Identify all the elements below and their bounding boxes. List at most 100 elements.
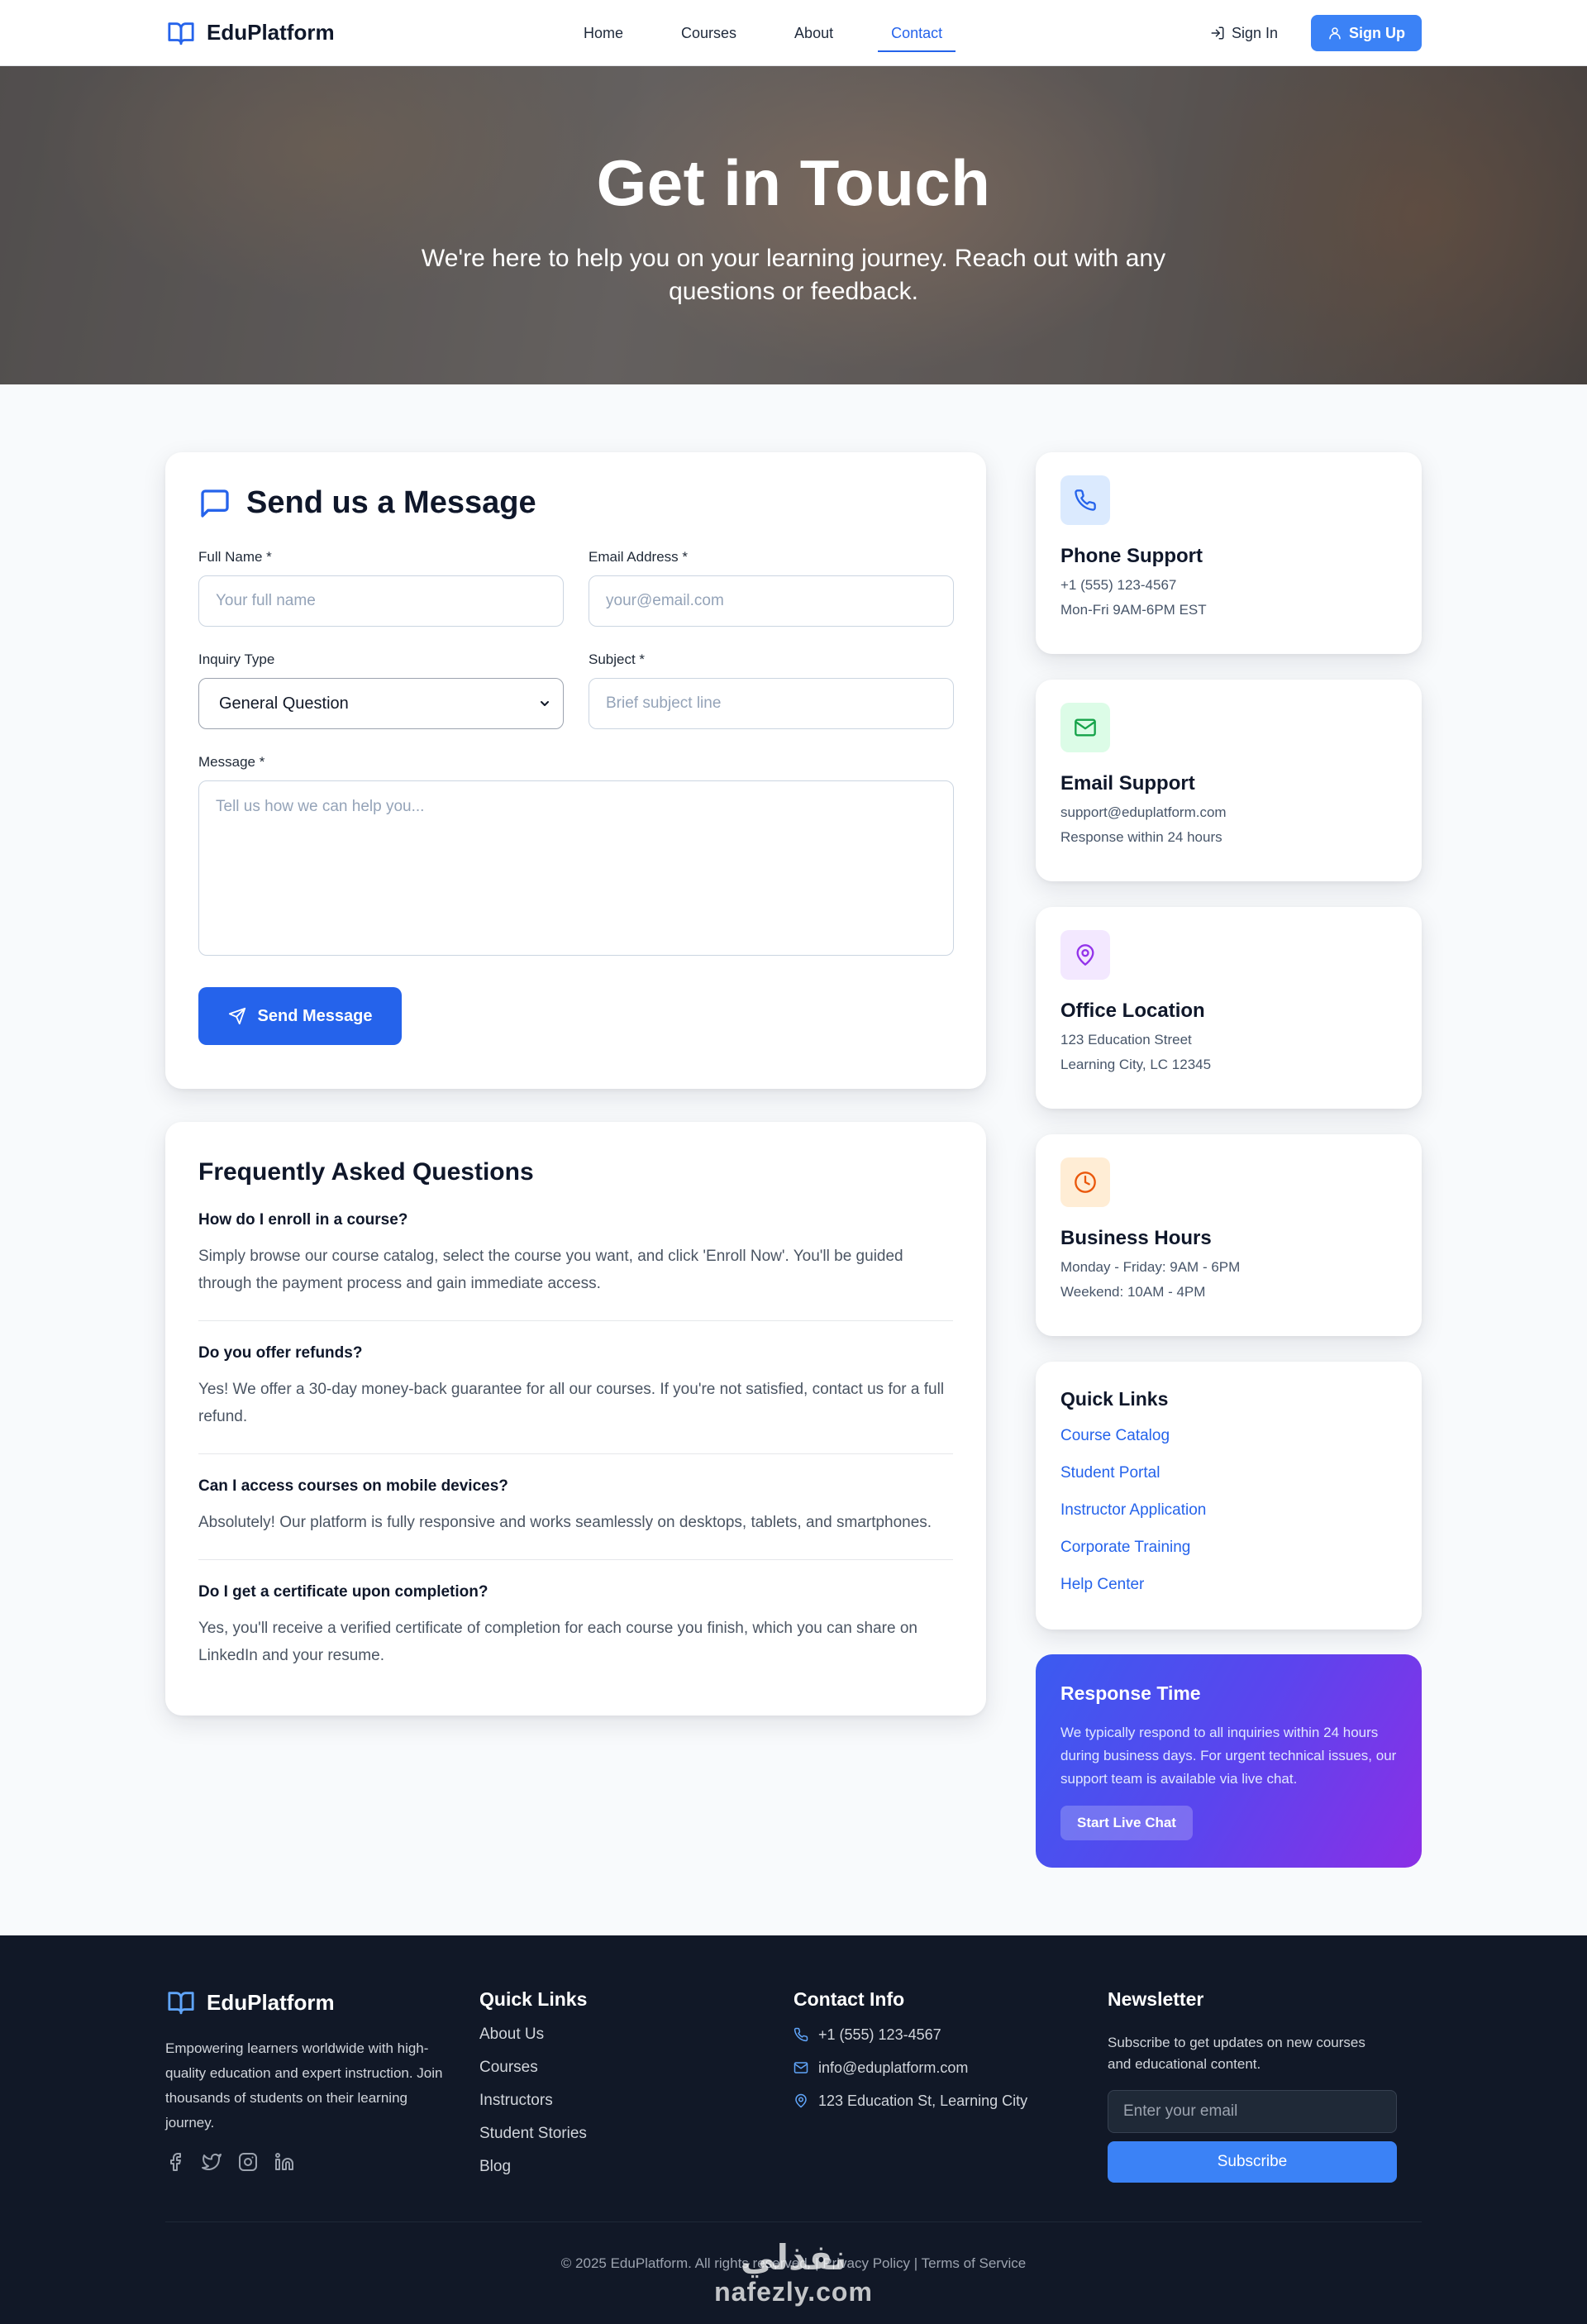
brand-logo[interactable]: EduPlatform (165, 19, 335, 47)
fullname-label: Full Name * (198, 549, 272, 565)
faq-answer: Absolutely! Our platform is fully respon… (198, 1514, 932, 1531)
phone-support-title: Phone Support (1060, 545, 1203, 567)
auth-actions: Sign In Sign Up (1195, 0, 1422, 66)
email-support-title: Email Support (1060, 772, 1195, 795)
footer-address-text: 123 Education St, Learning City (818, 2092, 1028, 2109)
footer-description: Empowering learners worldwide with high-… (165, 2040, 443, 2131)
nav-link-about[interactable]: About (781, 14, 846, 52)
newsletter-text: Subscribe to get updates on new courses … (1108, 2035, 1365, 2072)
newsletter-email-input[interactable]: Enter your email (1108, 2090, 1397, 2133)
faq-answer: Yes, you'll receive a verified certifica… (198, 1620, 917, 1664)
send-message-label: Send Message (257, 1006, 373, 1025)
hero-subtitle: We're here to help you on your learning … (421, 245, 1166, 305)
faq-item: How do I enroll in a course? Simply brow… (198, 1186, 953, 1321)
message-textarea[interactable]: Tell us how we can help you... (198, 780, 954, 956)
response-time-text: We typically respond to all inquiries wi… (1060, 1725, 1397, 1787)
office-city: Learning City, LC 12345 (1060, 1057, 1212, 1072)
brand-name: EduPlatform (207, 20, 335, 45)
faq-answer: Simply browse our course catalog, select… (198, 1248, 903, 1292)
hero-banner: Get in Touch We're here to help you on y… (0, 66, 1587, 384)
phone-hours: Mon-Fri 9AM-6PM EST (1060, 602, 1207, 618)
main-nav: Home Courses About Contact (570, 0, 956, 66)
email-label: Email Address * (589, 549, 688, 565)
contact-form-card: Send us a Message Full Name * Your full … (165, 452, 986, 1089)
footer-link-about-us[interactable]: About Us (479, 2026, 794, 2044)
watermark-latin: nafezly.com (714, 2277, 873, 2307)
faq-card: Frequently Asked Questions How do I enro… (165, 1122, 986, 1716)
subscribe-button[interactable]: Subscribe (1108, 2141, 1397, 2183)
email-placeholder: your@email.com (606, 592, 724, 609)
newsletter-placeholder: Enter your email (1123, 2102, 1238, 2120)
clock-icon (1060, 1157, 1110, 1207)
linkedin-icon[interactable] (274, 2152, 294, 2172)
office-street: 123 Education Street (1060, 1032, 1192, 1047)
log-in-icon (1210, 26, 1225, 41)
footer-link-blog[interactable]: Blog (479, 2158, 794, 2176)
fullname-input[interactable]: Your full name (198, 575, 564, 627)
support-email: support@eduplatform.com (1060, 804, 1227, 820)
facebook-icon[interactable] (165, 2152, 185, 2172)
quick-link-student-portal[interactable]: Student Portal (1060, 1464, 1397, 1485)
quick-link-instructor-application[interactable]: Instructor Application (1060, 1501, 1397, 1522)
quick-link-corporate-training[interactable]: Corporate Training (1060, 1539, 1397, 1559)
phone-icon (794, 2027, 808, 2042)
inquiry-type-label: Inquiry Type (198, 651, 275, 667)
response-time-card: Response Time We typically respond to al… (1036, 1654, 1422, 1868)
send-icon (228, 1007, 246, 1025)
sign-up-button[interactable]: Sign Up (1311, 15, 1422, 51)
phone-number: +1 (555) 123-4567 (1060, 577, 1177, 593)
top-navbar: EduPlatform Home Courses About Contact S… (0, 0, 1587, 66)
business-hours-title: Business Hours (1060, 1227, 1212, 1249)
footer-link-instructors[interactable]: Instructors (479, 2092, 794, 2110)
newsletter-title: Newsletter (1108, 1988, 1204, 2010)
phone-support-card: Phone Support +1 (555) 123-4567 Mon-Fri … (1036, 452, 1422, 654)
footer-phone-text: +1 (555) 123-4567 (818, 2026, 941, 2043)
email-input[interactable]: your@email.com (589, 575, 954, 627)
faq-question: How do I enroll in a course? (198, 1211, 408, 1229)
start-live-chat-button[interactable]: Start Live Chat (1060, 1806, 1193, 1840)
message-placeholder: Tell us how we can help you... (216, 798, 425, 815)
sign-in-button[interactable]: Sign In (1195, 25, 1293, 42)
map-pin-icon (1060, 930, 1110, 980)
footer-contact-title: Contact Info (794, 1988, 905, 2010)
faq-item: Can I access courses on mobile devices? … (198, 1454, 953, 1560)
message-square-icon (198, 487, 231, 520)
book-open-icon (165, 19, 197, 47)
inquiry-type-select[interactable]: General Question (198, 678, 564, 729)
phone-icon (1060, 475, 1110, 525)
twitter-icon[interactable] (202, 2152, 222, 2172)
send-message-button[interactable]: Send Message (198, 987, 402, 1045)
weekday-hours: Monday - Friday: 9AM - 6PM (1060, 1259, 1241, 1275)
footer-email: info@eduplatform.com (794, 2059, 1108, 2077)
footer-link-courses[interactable]: Courses (479, 2059, 794, 2077)
book-open-icon (165, 1988, 197, 2016)
quick-links-title: Quick Links (1060, 1388, 1169, 1410)
faq-title: Frequently Asked Questions (198, 1158, 534, 1186)
footer-phone: +1 (555) 123-4567 (794, 2026, 1108, 2044)
instagram-icon[interactable] (238, 2152, 258, 2172)
nafezly-watermark: نفذلي nafezly.com (711, 2239, 876, 2307)
hero-title: Get in Touch (596, 146, 991, 219)
quick-link-course-catalog[interactable]: Course Catalog (1060, 1427, 1397, 1448)
nav-link-home[interactable]: Home (570, 14, 636, 52)
nav-link-courses[interactable]: Courses (668, 14, 750, 52)
weekend-hours: Weekend: 10AM - 4PM (1060, 1284, 1206, 1300)
message-label: Message * (198, 754, 265, 770)
map-pin-icon (794, 2093, 808, 2108)
faq-item: Do you offer refunds? Yes! We offer a 30… (198, 1321, 953, 1454)
subject-input[interactable]: Brief subject line (589, 678, 954, 729)
nav-link-contact[interactable]: Contact (878, 14, 956, 52)
response-time-title: Response Time (1060, 1682, 1201, 1704)
sign-in-label: Sign In (1231, 24, 1278, 41)
quick-links-card: Quick Links Course Catalog Student Porta… (1036, 1362, 1422, 1630)
faq-question: Do you offer refunds? (198, 1344, 363, 1362)
contact-main: Send us a Message Full Name * Your full … (0, 384, 1587, 1935)
fullname-placeholder: Your full name (216, 592, 316, 609)
footer-quick-links-title: Quick Links (479, 1988, 588, 2010)
form-title: Send us a Message (246, 485, 536, 520)
watermark-arabic: نفذلي (740, 2238, 847, 2277)
quick-link-help-center[interactable]: Help Center (1060, 1576, 1397, 1596)
footer-logo[interactable]: EduPlatform (165, 1988, 479, 2016)
footer-link-student-stories[interactable]: Student Stories (479, 2125, 794, 2143)
footer-email-text: info@eduplatform.com (818, 2059, 969, 2076)
